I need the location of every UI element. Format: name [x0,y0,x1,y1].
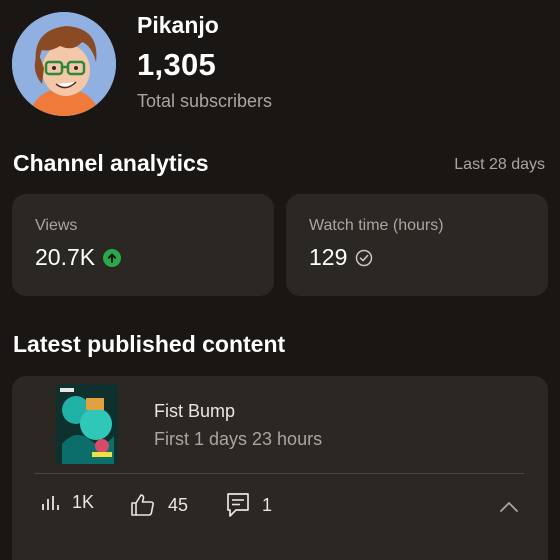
views-label: Views [35,217,78,234]
channel-header: Pikanjo 1,305 Total subscribers [0,0,560,140]
analytics-title: Channel analytics [13,150,209,176]
video-title[interactable]: Fist Bump [154,401,235,422]
video-stats: 1K 45 1 [12,484,548,532]
video-views-stat: 1K [40,492,94,513]
thumbs-up-icon [131,494,154,516]
comment-icon [227,493,249,517]
subscriber-label: Total subscribers [137,91,273,111]
channel-name[interactable]: Pikanjo [137,12,219,39]
divider [34,473,524,474]
latest-content-title: Latest published content [13,331,286,357]
subscriber-count: 1,305 [137,47,217,82]
video-views-count: 1K [72,492,95,512]
channel-avatar[interactable] [12,12,116,116]
latest-video-card[interactable]: Fist Bump First 1 days 23 hours 1K 45 1 [12,376,548,560]
video-period: First 1 days 23 hours [154,429,323,449]
views-value: 20.7K [35,244,96,270]
bar-chart-icon [42,495,59,510]
video-comments-count: 1 [262,494,273,515]
video-comments-stat: 1 [226,492,272,518]
up-arrow-icon [103,248,122,267]
watch-time-value-row: 129 [309,244,373,271]
watch-time-card[interactable]: Watch time (hours) 129 [286,194,548,296]
views-value-row: 20.7K [35,244,122,271]
watch-time-value: 129 [309,244,348,270]
video-likes-count: 45 [168,494,189,515]
watch-time-label: Watch time (hours) [309,217,444,234]
analytics-period: Last 28 days [454,156,545,173]
chevron-up-icon[interactable] [498,496,520,518]
video-thumbnail[interactable] [56,384,118,464]
check-icon [355,249,373,267]
video-likes-stat: 45 [130,492,188,518]
views-card[interactable]: Views 20.7K [12,194,274,296]
